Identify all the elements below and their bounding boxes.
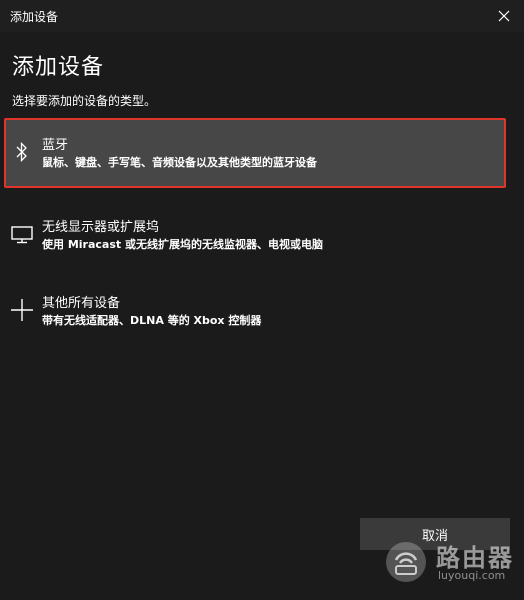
option-other-devices[interactable]: 其他所有设备 带有无线适配器、DLNA 等的 Xbox 控制器 xyxy=(4,276,506,346)
option-name: 蓝牙 xyxy=(42,138,69,153)
title-bar: 添加设备 xyxy=(0,0,524,32)
bluetooth-icon xyxy=(8,138,36,166)
window-title: 添加设备 xyxy=(10,10,59,24)
option-wireless-display[interactable]: 无线显示器或扩展坞 使用 Miracast 或无线扩展坞的无线监视器、电视或电脑 xyxy=(4,200,506,270)
cancel-button[interactable]: 取消 xyxy=(360,518,510,550)
dialog-content: 添加设备 选择要添加的设备的类型。 蓝牙 鼠标、键盘、手写笔、音频设备以及其他类… xyxy=(0,32,524,600)
option-name: 其他所有设备 xyxy=(42,296,121,311)
monitor-icon xyxy=(8,220,36,248)
plus-icon xyxy=(8,296,36,324)
close-icon xyxy=(498,10,510,22)
option-description: 带有无线适配器、DLNA 等的 Xbox 控制器 xyxy=(42,314,262,327)
option-description: 使用 Miracast 或无线扩展坞的无线监视器、电视或电脑 xyxy=(42,238,323,251)
close-button[interactable] xyxy=(492,4,516,28)
option-bluetooth[interactable]: 蓝牙 鼠标、键盘、手写笔、音频设备以及其他类型的蓝牙设备 xyxy=(4,118,506,188)
page-subtitle: 选择要添加的设备的类型。 xyxy=(12,94,157,108)
page-title: 添加设备 xyxy=(12,55,105,80)
option-name: 无线显示器或扩展坞 xyxy=(42,220,160,235)
option-description: 鼠标、键盘、手写笔、音频设备以及其他类型的蓝牙设备 xyxy=(42,156,317,169)
